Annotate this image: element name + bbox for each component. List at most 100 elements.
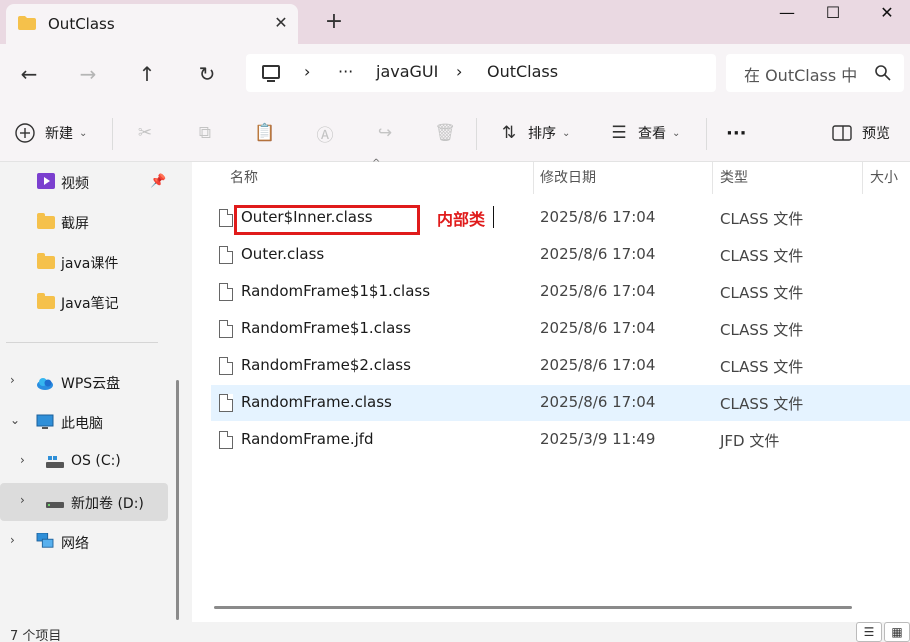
column-divider[interactable] [862, 162, 863, 194]
breadcrumb-javagui[interactable]: javaGUI [376, 62, 438, 81]
chevron-right-icon[interactable]: › [10, 533, 15, 547]
delete-button[interactable]: 🗑 [434, 120, 456, 146]
minimize-button[interactable]: — [764, 0, 810, 28]
column-divider[interactable] [712, 162, 713, 194]
file-icon [219, 209, 233, 227]
navigation-pane: 视频 📌 截屏 java课件 Java笔记 › WPS云盘 ⌄ 此电脑 › OS… [0, 162, 186, 622]
folder-icon [37, 253, 55, 269]
sidebar-item-screenshots[interactable]: 截屏 [0, 203, 168, 241]
file-icon [219, 357, 233, 375]
new-button[interactable]: 新建 ⌄ [14, 120, 87, 146]
breadcrumb-separator: › [304, 62, 311, 81]
sidebar-item-java-courseware[interactable]: java课件 [0, 243, 168, 281]
column-header-type[interactable]: 类型 [720, 162, 748, 194]
annotation-highlight-box [234, 205, 420, 235]
chevron-right-icon[interactable]: › [20, 493, 25, 507]
toolbar-divider [476, 118, 477, 150]
folder-icon [37, 213, 55, 229]
scissors-icon: ✂ [137, 123, 153, 143]
chevron-down-icon[interactable]: ⌄ [10, 413, 20, 427]
file-type: CLASS 文件 [720, 284, 804, 302]
file-modified: 2025/8/6 17:04 [540, 393, 656, 411]
refresh-button[interactable]: ↻ [192, 60, 222, 88]
file-type: CLASS 文件 [720, 247, 804, 265]
chevron-right-icon[interactable]: › [20, 453, 25, 467]
preview-pane-icon [832, 125, 852, 141]
sidebar-item-drive-c[interactable]: › OS (C:) [0, 443, 168, 481]
file-icon [219, 246, 233, 264]
preview-label: 预览 [862, 126, 890, 142]
file-modified: 2025/8/6 17:04 [540, 319, 656, 337]
sidebar-item-drive-d[interactable]: › 新加卷 (D:) [0, 483, 168, 521]
search-input[interactable]: 在 OutClass 中 [744, 62, 859, 86]
new-label: 新建 [45, 126, 73, 142]
paste-button[interactable]: 📋 [254, 120, 276, 146]
file-icon [219, 431, 233, 449]
share-button[interactable]: ↪ [374, 120, 396, 146]
pin-icon[interactable]: 📌 [150, 174, 166, 189]
file-icon [219, 394, 233, 412]
sidebar-item-network[interactable]: › 网络 [0, 523, 168, 561]
sort-icon: ⇅ [501, 123, 517, 143]
folder-icon [37, 293, 55, 309]
tiles-view-button[interactable]: ▦ [884, 622, 910, 642]
table-row[interactable]: RandomFrame$1$1.class 2025/8/6 17:04 CLA… [211, 274, 910, 310]
breadcrumb-outclass[interactable]: OutClass [487, 62, 558, 81]
tab-close-icon[interactable]: ✕ [270, 12, 292, 34]
tab-outclass[interactable]: OutClass ✕ [6, 4, 298, 44]
file-modified: 2025/8/6 17:04 [540, 356, 656, 374]
file-name: Outer.class [241, 245, 325, 263]
file-type: CLASS 文件 [720, 321, 804, 339]
sidebar-item-this-pc[interactable]: ⌄ 此电脑 [0, 403, 168, 441]
close-window-button[interactable]: ✕ [864, 0, 910, 28]
up-button[interactable]: ↑ [132, 60, 162, 88]
sidebar-scrollbar[interactable] [176, 380, 179, 620]
navigation-bar: ← → ↑ ↻ › ··· javaGUI › OutClass 在 OutCl… [0, 44, 910, 104]
column-divider[interactable] [533, 162, 534, 194]
sidebar-item-videos[interactable]: 视频 📌 [0, 163, 168, 201]
file-modified: 2025/3/9 11:49 [540, 430, 656, 448]
table-row[interactable]: Outer.class 2025/8/6 17:04 CLASS 文件 [211, 237, 910, 273]
sidebar-item-wps-cloud[interactable]: › WPS云盘 [0, 363, 168, 401]
preview-button[interactable]: 预览 [832, 120, 890, 146]
rename-button[interactable]: Ⓐ [314, 120, 336, 146]
command-bar: 新建 ⌄ ✂ ⧉ 📋 Ⓐ ↪ 🗑 ⇅ 排序 ⌄ ☰ 查看 ⌄ ··· 预览 [0, 104, 910, 162]
new-tab-button[interactable]: + [322, 10, 346, 34]
sidebar-item-label: OS (C:) [71, 453, 121, 469]
maximize-button[interactable]: ☐ [810, 0, 856, 28]
copy-button[interactable]: ⧉ [194, 120, 216, 146]
column-header-size[interactable]: 大小 [870, 162, 898, 194]
table-row[interactable]: RandomFrame$1.class 2025/8/6 17:04 CLASS… [211, 311, 910, 347]
file-name: RandomFrame.jfd [241, 430, 374, 448]
chevron-down-icon: ⌄ [79, 127, 88, 139]
breadcrumb-overflow[interactable]: ··· [338, 62, 353, 81]
more-options-button[interactable]: ··· [726, 120, 747, 146]
video-icon [37, 173, 55, 189]
file-type: JFD 文件 [720, 432, 780, 450]
sidebar-item-java-notes[interactable]: Java笔记 [0, 283, 168, 321]
table-row-selected[interactable]: RandomFrame.class 2025/8/6 17:04 CLASS 文… [211, 385, 910, 421]
details-view-button[interactable]: ☰ [856, 622, 882, 642]
column-header-modified[interactable]: 修改日期 [540, 162, 596, 194]
back-button[interactable]: ← [14, 60, 44, 88]
view-button[interactable]: ☰ 查看 ⌄ [608, 120, 680, 146]
sidebar-divider [6, 342, 158, 343]
file-modified: 2025/8/6 17:04 [540, 208, 656, 226]
table-row[interactable]: RandomFrame$2.class 2025/8/6 17:04 CLASS… [211, 348, 910, 384]
toolbar-divider [706, 118, 707, 150]
file-list: ^ 名称 修改日期 类型 大小 Outer$Inner.class 2025/8… [192, 158, 910, 622]
horizontal-scrollbar[interactable] [214, 606, 852, 609]
column-header-name[interactable]: 名称 [230, 162, 258, 194]
status-bar: 7 个项目 ☰ ▦ [0, 622, 910, 642]
file-name: RandomFrame$1.class [241, 319, 411, 337]
table-row[interactable]: RandomFrame.jfd 2025/3/9 11:49 JFD 文件 [211, 422, 910, 458]
sort-button[interactable]: ⇅ 排序 ⌄ [498, 120, 571, 146]
sidebar-item-label: 视频 [61, 176, 89, 192]
file-icon [219, 283, 233, 301]
chevron-right-icon[interactable]: › [10, 373, 15, 387]
address-bar[interactable]: › ··· javaGUI › OutClass [246, 54, 716, 92]
cut-button[interactable]: ✂ [134, 120, 156, 146]
search-box[interactable]: 在 OutClass 中 [726, 54, 904, 92]
sidebar-item-label: 网络 [61, 536, 89, 552]
forward-button[interactable]: → [73, 60, 103, 88]
